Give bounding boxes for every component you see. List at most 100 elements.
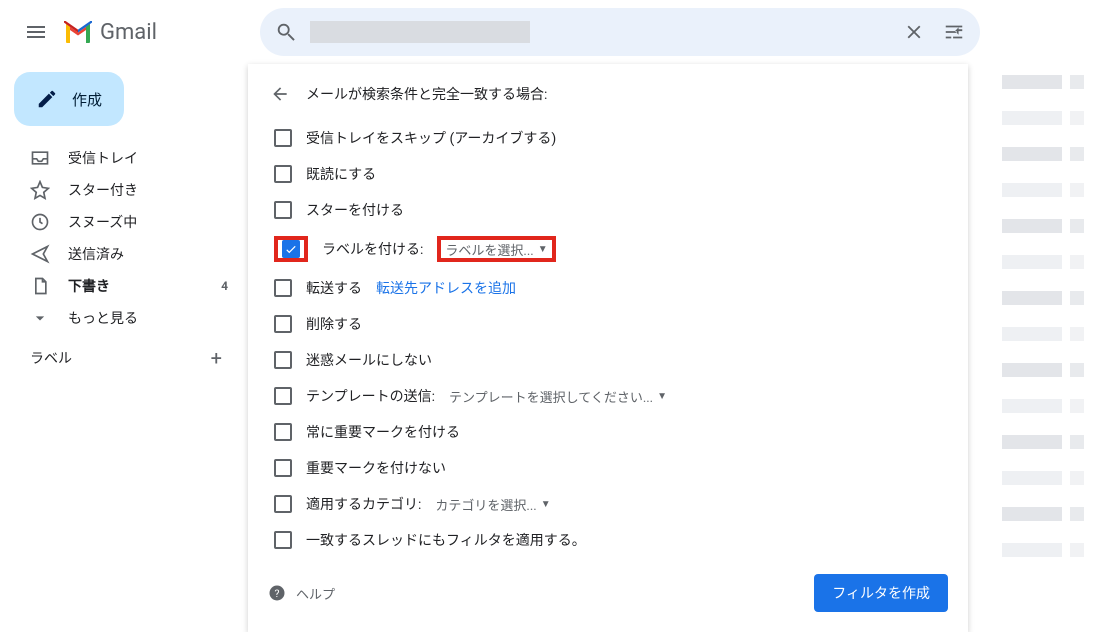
compose-label: 作成 — [72, 89, 102, 110]
add-forward-address-link[interactable]: 転送先アドレスを追加 — [376, 278, 516, 298]
opt-category: 適用するカテゴリ: カテゴリを選択... ▼ — [268, 486, 948, 522]
main: メールが検索条件と完全一致する場合: 受信トレイをスキップ (アーカイブする) … — [248, 64, 1100, 619]
help-text: ヘルプ — [296, 584, 335, 603]
category-select[interactable]: カテゴリを選択... ▼ — [435, 495, 550, 514]
opt-label: テンプレートの送信: — [306, 386, 435, 406]
gmail-logo-icon — [64, 21, 92, 43]
opt-apply-label: ラベルを付ける: ラベルを選択... ▼ — [268, 228, 948, 270]
chk-not-spam[interactable] — [274, 351, 292, 369]
category-select-text: カテゴリを選択... — [435, 495, 536, 514]
opt-forward: 転送する 転送先アドレスを追加 — [268, 270, 948, 306]
chk-apply-label[interactable] — [282, 240, 300, 258]
check-icon — [284, 242, 298, 256]
message-list-blurred — [992, 64, 1100, 619]
send-icon — [30, 244, 50, 264]
nav-label: 下書き — [68, 276, 110, 296]
arrow-left-icon — [270, 84, 290, 104]
help-link[interactable]: ? ヘルプ — [268, 584, 335, 603]
gmail-logo[interactable]: Gmail — [64, 20, 157, 45]
chk-delete[interactable] — [274, 315, 292, 333]
chk-never-important[interactable] — [274, 459, 292, 477]
close-icon — [903, 21, 925, 43]
nav-sent[interactable]: 送信済み — [8, 238, 240, 270]
caret-down-icon: ▼ — [541, 499, 551, 510]
nav-label: 受信トレイ — [68, 148, 138, 168]
help-icon: ? — [268, 584, 286, 602]
chk-category[interactable] — [274, 495, 292, 513]
opt-label: 迷惑メールにしない — [306, 350, 432, 370]
header-left: Gmail — [12, 8, 260, 56]
header: Gmail — [0, 0, 1100, 64]
nav-label: スター付き — [68, 180, 138, 200]
tune-icon — [943, 21, 965, 43]
search-bar — [260, 8, 980, 56]
chk-always-important[interactable] — [274, 423, 292, 441]
draft-icon — [30, 276, 50, 296]
chk-mark-read[interactable] — [274, 165, 292, 183]
labels-section-header: ラベル + — [8, 334, 240, 370]
chk-forward[interactable] — [274, 279, 292, 297]
highlight-checkbox — [274, 236, 308, 262]
opt-label: スターを付ける — [306, 200, 404, 220]
clock-icon — [30, 212, 50, 232]
labels-header-text: ラベル — [30, 348, 72, 368]
opt-label: ラベルを付ける: — [322, 239, 423, 259]
nav-starred[interactable]: スター付き — [8, 174, 240, 206]
label-select[interactable]: ラベルを選択... ▼ — [437, 236, 555, 262]
nav-label: スヌーズ中 — [68, 212, 137, 232]
nav-more[interactable]: もっと見る — [8, 302, 240, 334]
panel-footer: ? ヘルプ フィルタを作成 — [268, 572, 948, 612]
caret-down-icon: ▼ — [538, 244, 548, 255]
chk-template[interactable] — [274, 387, 292, 405]
chk-star[interactable] — [274, 201, 292, 219]
nav-inbox[interactable]: 受信トレイ — [8, 142, 240, 174]
opt-label: 既読にする — [306, 164, 376, 184]
template-select-text: テンプレートを選択してください... — [449, 387, 653, 406]
gmail-logo-text: Gmail — [100, 20, 157, 45]
opt-also-threads: 一致するスレッドにもフィルタを適用する。 — [268, 522, 948, 558]
opt-label: 転送する — [306, 278, 362, 298]
search-button[interactable] — [266, 12, 306, 52]
create-filter-button[interactable]: フィルタを作成 — [814, 574, 948, 612]
inbox-icon — [30, 148, 50, 168]
clear-search-button[interactable] — [894, 12, 934, 52]
main-menu-button[interactable] — [12, 8, 60, 56]
panel-header: メールが検索条件と完全一致する場合: — [268, 82, 948, 106]
template-select[interactable]: テンプレートを選択してください... ▼ — [449, 387, 667, 406]
opt-label: 一致するスレッドにもフィルタを適用する。 — [306, 530, 586, 550]
nav-label: 送信済み — [68, 244, 124, 264]
chk-skip-inbox[interactable] — [274, 129, 292, 147]
nav-label: もっと見る — [68, 308, 138, 328]
nav-drafts[interactable]: 下書き 4 — [8, 270, 240, 302]
search-options-button[interactable] — [934, 12, 974, 52]
opt-always-important: 常に重要マークを付ける — [268, 414, 948, 450]
search-icon — [275, 21, 297, 43]
add-label-button[interactable]: + — [211, 346, 222, 370]
opt-delete: 削除する — [268, 306, 948, 342]
opt-never-important: 重要マークを付けない — [268, 450, 948, 486]
nav-count: 4 — [221, 279, 228, 293]
opt-mark-read: 既読にする — [268, 156, 948, 192]
label-select-text: ラベルを選択... — [445, 240, 533, 259]
opt-not-spam: 迷惑メールにしない — [268, 342, 948, 378]
opt-template: テンプレートの送信: テンプレートを選択してください... ▼ — [268, 378, 948, 414]
chk-also-threads[interactable] — [274, 531, 292, 549]
search-query-redacted — [310, 21, 530, 43]
chevron-down-icon — [30, 308, 50, 328]
sidebar: 作成 受信トレイ スター付き スヌーズ中 送信済み 下書き 4 — [0, 64, 248, 619]
star-icon — [30, 180, 50, 200]
filter-back-button[interactable] — [268, 82, 292, 106]
filter-actions-panel: メールが検索条件と完全一致する場合: 受信トレイをスキップ (アーカイブする) … — [248, 64, 968, 632]
nav-list: 受信トレイ スター付き スヌーズ中 送信済み 下書き 4 もっと見る — [8, 142, 240, 334]
compose-button[interactable]: 作成 — [14, 72, 124, 126]
nav-snoozed[interactable]: スヌーズ中 — [8, 206, 240, 238]
opt-skip-inbox: 受信トレイをスキップ (アーカイブする) — [268, 120, 948, 156]
opt-label: 重要マークを付けない — [306, 458, 446, 478]
pencil-icon — [36, 88, 58, 110]
svg-text:?: ? — [275, 587, 280, 600]
hamburger-icon — [24, 20, 48, 44]
opt-label: 削除する — [306, 314, 362, 334]
opt-label: 常に重要マークを付ける — [306, 422, 460, 442]
opt-label: 適用するカテゴリ: — [306, 494, 421, 514]
panel-title: メールが検索条件と完全一致する場合: — [306, 84, 547, 104]
